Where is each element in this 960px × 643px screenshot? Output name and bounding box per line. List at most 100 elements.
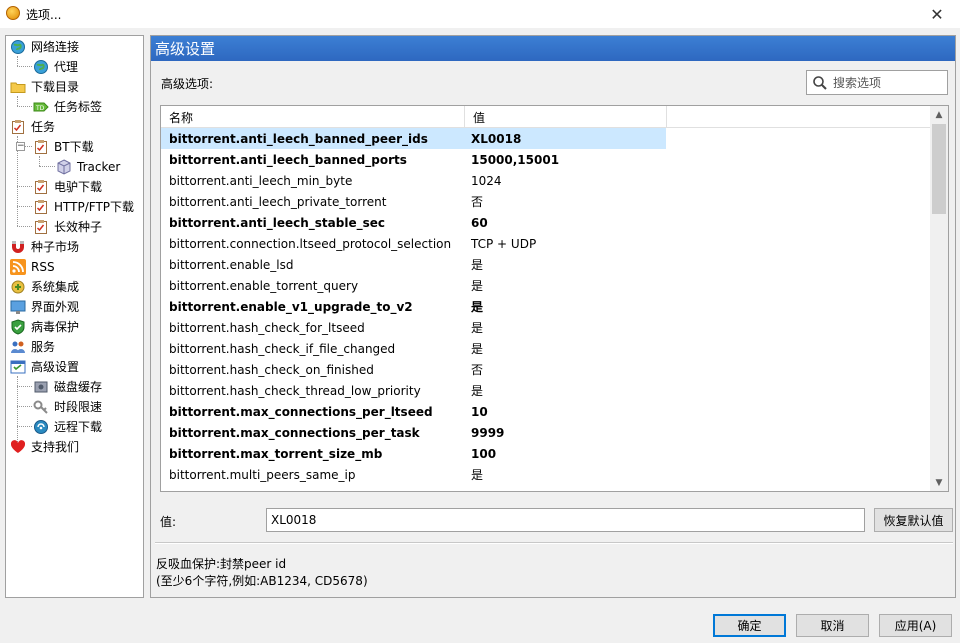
tree-connector xyxy=(17,386,32,387)
table-row[interactable]: bittorrent.enable_torrent_query 是 xyxy=(161,275,666,296)
sidebar-item-label: 磁盘缓存 xyxy=(54,380,103,394)
sidebar-item[interactable]: TD 任务标签 xyxy=(17,97,103,116)
collapse-icon[interactable]: − xyxy=(16,142,25,151)
sidebar-item-label: Tracker xyxy=(77,159,121,174)
value-input[interactable]: XL0018 xyxy=(266,508,865,532)
sidebar-item-label: RSS xyxy=(31,259,55,274)
option-name: bittorrent.anti_leech_stable_sec xyxy=(169,215,385,230)
option-name: bittorrent.anti_leech_min_byte xyxy=(169,173,353,188)
sidebar-item[interactable]: 时段限速 xyxy=(17,397,103,416)
sidebar-item[interactable]: Tracker xyxy=(39,157,121,176)
tree-connector xyxy=(17,206,32,207)
table-row[interactable]: bittorrent.anti_leech_banned_peer_ids XL0… xyxy=(161,128,666,149)
value-input-text: XL0018 xyxy=(271,513,317,527)
sidebar-item[interactable]: 下载目录 xyxy=(10,77,79,96)
option-value: 是 xyxy=(471,258,484,272)
close-button[interactable]: ✕ xyxy=(914,0,960,28)
sidebar-item-label: 高级设置 xyxy=(31,360,80,374)
globe-icon xyxy=(33,59,49,75)
table-row[interactable]: bittorrent.anti_leech_banned_ports 15000,… xyxy=(161,149,666,170)
table-row[interactable]: bittorrent.multi_peers_same_ip 是 xyxy=(161,464,666,485)
sidebar-item[interactable]: 系统集成 xyxy=(10,277,79,296)
tree-connector xyxy=(17,66,32,67)
sidebar-item[interactable]: 服务 xyxy=(10,337,55,356)
sidebar-item-label: 病毒保护 xyxy=(31,320,80,334)
table-row[interactable]: bittorrent.hash_check_if_file_changed 是 xyxy=(161,338,666,359)
vertical-scrollbar[interactable]: ▲ ▼ xyxy=(930,106,948,491)
table-row[interactable]: bittorrent.hash_check_for_ltseed 是 xyxy=(161,317,666,338)
sidebar-item-label: 任务标签 xyxy=(54,100,103,114)
option-name: bittorrent.multi_peers_same_ip xyxy=(169,467,356,482)
option-value: 100 xyxy=(471,446,497,461)
sidebar-item[interactable]: 磁盘缓存 xyxy=(17,377,103,396)
table-row[interactable]: bittorrent.anti_leech_private_torrent 否 xyxy=(161,191,666,212)
table-row[interactable]: bittorrent.enable_lsd 是 xyxy=(161,254,666,275)
table-row[interactable]: bittorrent.hash_check_thread_low_priorit… xyxy=(161,380,666,401)
sidebar-item[interactable]: 网络连接 xyxy=(10,37,79,56)
disk-icon xyxy=(33,379,49,395)
scroll-up-icon[interactable]: ▲ xyxy=(930,106,948,123)
option-name: bittorrent.max_torrent_size_mb xyxy=(169,446,383,461)
sidebar-item[interactable]: RSS xyxy=(10,257,55,276)
option-name: bittorrent.hash_check_thread_low_priorit… xyxy=(169,383,421,398)
option-value: 是 xyxy=(471,342,484,356)
clipboard-icon xyxy=(33,179,49,195)
sidebar-item[interactable]: 远程下载 xyxy=(17,417,103,436)
tree-connector xyxy=(17,406,32,407)
description-line-1: 反吸血保护:封禁peer id xyxy=(156,557,287,571)
restore-default-button[interactable]: 恢复默认值 xyxy=(874,508,953,532)
option-name: bittorrent.max_connections_per_task xyxy=(169,425,420,440)
clipboard-icon xyxy=(33,219,49,235)
clipboard-icon xyxy=(33,199,49,215)
sidebar-item[interactable]: 长效种子 xyxy=(17,217,103,236)
search-input[interactable]: 搜索选项 xyxy=(806,70,948,95)
sidebar-item[interactable]: 电驴下载 xyxy=(17,177,103,196)
column-header-name[interactable]: 名称 xyxy=(161,106,465,128)
sidebar-item[interactable]: 界面外观 xyxy=(10,297,79,316)
clipboard-icon xyxy=(10,119,26,135)
table-row[interactable]: bittorrent.max_torrent_size_mb 100 xyxy=(161,443,666,464)
scroll-thumb[interactable] xyxy=(932,124,946,214)
tag-icon: TD xyxy=(33,99,49,115)
sidebar-item-label: 系统集成 xyxy=(31,280,80,294)
ok-button[interactable]: 确定 xyxy=(713,614,786,637)
sidebar-item[interactable]: 种子市场 xyxy=(10,237,79,256)
cancel-button[interactable]: 取消 xyxy=(796,614,869,637)
sidebar-item[interactable]: BT下载 xyxy=(17,137,94,156)
sidebar-item-label: 远程下载 xyxy=(54,420,103,434)
search-placeholder: 搜索选项 xyxy=(833,76,882,90)
sidebar-item-label: 任务 xyxy=(31,120,56,134)
table-body: bittorrent.anti_leech_banned_peer_ids XL0… xyxy=(161,128,931,485)
table-row[interactable]: bittorrent.hash_check_on_finished 否 xyxy=(161,359,666,380)
sidebar-item[interactable]: 代理 xyxy=(17,57,78,76)
table-row[interactable]: bittorrent.max_connections_per_ltseed 10 xyxy=(161,401,666,422)
sidebar-item[interactable]: 支持我们 xyxy=(10,437,79,456)
scroll-down-icon[interactable]: ▼ xyxy=(930,474,948,491)
sidebar-item-label: 支持我们 xyxy=(31,440,80,454)
people-icon xyxy=(10,339,26,355)
table-row[interactable]: bittorrent.max_connections_per_task 9999 xyxy=(161,422,666,443)
tree-connector xyxy=(17,226,32,227)
table-row[interactable]: bittorrent.connection.ltseed_protocol_se… xyxy=(161,233,666,254)
separator xyxy=(155,542,953,544)
table-row[interactable]: bittorrent.anti_leech_stable_sec 60 xyxy=(161,212,666,233)
sidebar-item[interactable]: HTTP/FTP下载 xyxy=(17,197,134,216)
table-row[interactable]: bittorrent.anti_leech_min_byte 1024 xyxy=(161,170,666,191)
sidebar-item-label: 长效种子 xyxy=(54,220,103,234)
sidebar-item[interactable]: 任务 xyxy=(10,117,55,136)
apply-button[interactable]: 应用(A) xyxy=(879,614,952,637)
tree-connector xyxy=(39,166,55,167)
sidebar-item[interactable]: 病毒保护 xyxy=(10,317,79,336)
sidebar-item[interactable]: 高级设置 xyxy=(10,357,79,376)
column-header-value[interactable]: 值 xyxy=(465,106,667,128)
sidebar-item-label: 电驴下载 xyxy=(54,180,103,194)
option-value: 是 xyxy=(471,468,484,482)
sidebar-item-label: 时段限速 xyxy=(54,400,103,414)
option-value: 否 xyxy=(471,195,484,209)
option-name: bittorrent.enable_torrent_query xyxy=(169,278,359,293)
sidebar-item-label: 下载目录 xyxy=(31,80,80,94)
search-icon xyxy=(812,75,828,91)
table-row[interactable]: bittorrent.enable_v1_upgrade_to_v2 是 xyxy=(161,296,666,317)
remote-icon xyxy=(33,419,49,435)
close-icon: ✕ xyxy=(930,4,944,24)
